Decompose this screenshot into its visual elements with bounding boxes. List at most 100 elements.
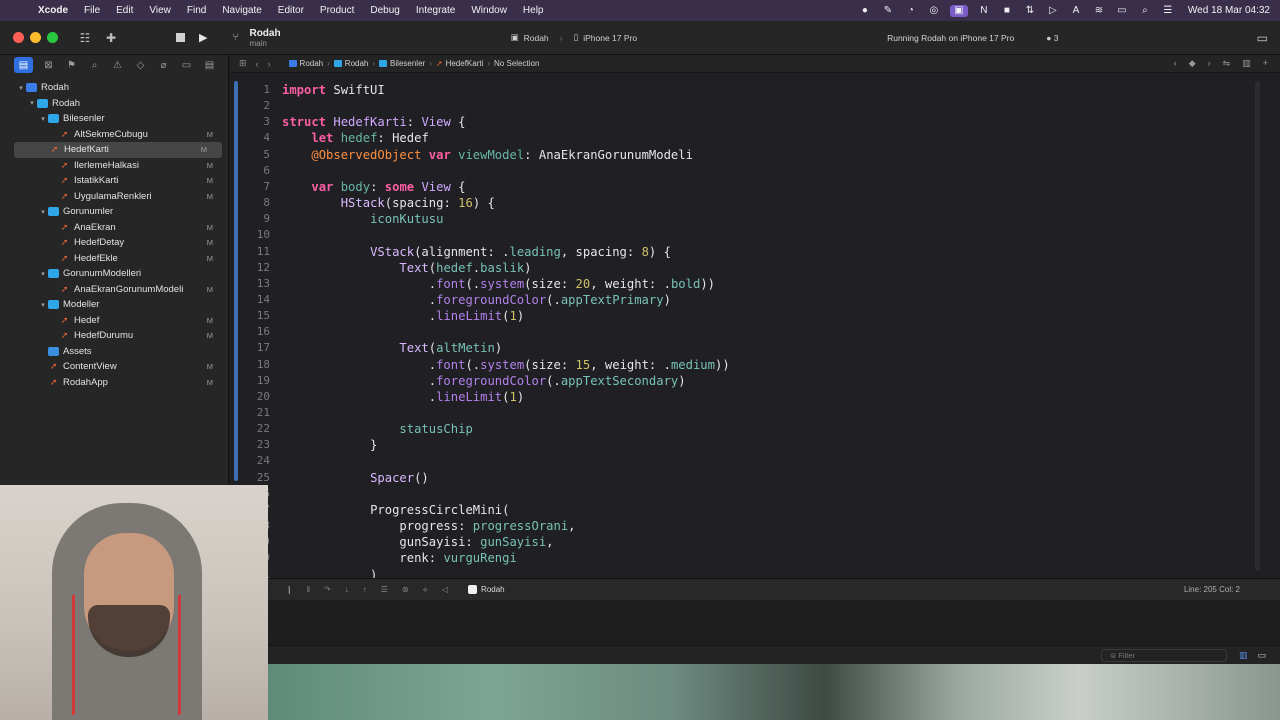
file-tree-item[interactable]: ➚ RodahApp M xyxy=(0,375,228,391)
zoom-window-button[interactable] xyxy=(47,32,58,43)
editor-minimap[interactable] xyxy=(1255,81,1260,571)
breadcrumb-file[interactable]: ➚ HedefKarti xyxy=(436,59,484,68)
disclosure-chevron-icon[interactable]: ▾ xyxy=(16,84,26,92)
tab-reports-icon[interactable]: ▤ xyxy=(198,57,221,73)
environment-icon[interactable]: ⟡ xyxy=(423,585,428,595)
menu-window[interactable]: Window xyxy=(463,5,515,16)
pause-icon[interactable]: ‖ xyxy=(307,585,310,595)
search-icon[interactable]: ⌕ xyxy=(1138,5,1152,17)
next-issue-icon[interactable]: › xyxy=(1208,58,1211,69)
file-tree-item[interactable]: ➚ AnaEkranGorunumModeli M xyxy=(0,282,228,298)
console-view-icon[interactable]: ▭ xyxy=(1257,650,1266,661)
disclosure-chevron-icon[interactable]: ▾ xyxy=(38,301,48,309)
gauge-icon[interactable]: ◔ xyxy=(904,5,918,17)
input-source-icon[interactable]: A xyxy=(1069,5,1083,17)
tab-tests-icon[interactable]: ◇ xyxy=(129,57,152,73)
back-icon[interactable]: ‹ xyxy=(256,59,259,69)
breakpoints-toggle-icon[interactable]: ❙ xyxy=(286,585,293,595)
inspector-toggle-icon[interactable]: ▭ xyxy=(1257,31,1280,45)
step-into-icon[interactable]: ↓ xyxy=(345,585,349,595)
file-tree-item[interactable]: ▾ Bilesenler xyxy=(0,111,228,127)
stop-button[interactable] xyxy=(176,33,185,42)
file-tree-item[interactable]: ➚ Hedef M xyxy=(0,313,228,329)
breadcrumb-group[interactable]: Bilesenler xyxy=(379,59,425,68)
tab-issues-icon[interactable]: ⚠ xyxy=(106,57,129,73)
project-info[interactable]: ⑂ Rodah main xyxy=(229,28,280,48)
menu-help[interactable]: Help xyxy=(515,5,552,16)
file-tree-item[interactable]: ➚ HedefDetay M xyxy=(0,235,228,251)
menu-product[interactable]: Product xyxy=(312,5,362,16)
disclosure-chevron-icon[interactable]: ▾ xyxy=(27,99,37,107)
file-tree-item[interactable]: ➚ IstatikKarti M xyxy=(0,173,228,189)
network-icon[interactable]: ⇅ xyxy=(1023,5,1037,17)
filter-input[interactable]: ⊜ Filter xyxy=(1100,648,1227,662)
process-selector[interactable]: Rodah xyxy=(468,585,505,594)
file-tree-item[interactable]: ➚ HedefKarti M xyxy=(14,142,222,158)
menu-app[interactable]: Xcode xyxy=(30,5,76,16)
tab-source-control-icon[interactable]: ⊠ xyxy=(37,57,60,73)
screen-record-icon[interactable]: ▣ xyxy=(949,4,968,17)
refresh-icon[interactable]: ⇋ xyxy=(1223,58,1231,69)
menu-file[interactable]: File xyxy=(76,5,108,16)
menu-view[interactable]: View xyxy=(141,5,179,16)
step-out-icon[interactable]: ↑ xyxy=(363,585,367,595)
file-tree-item[interactable]: ➚ ContentView M xyxy=(0,359,228,375)
file-tree-item[interactable]: ▾ Rodah xyxy=(0,80,228,96)
disclosure-chevron-icon[interactable]: ▾ xyxy=(38,270,48,278)
disclosure-chevron-icon[interactable]: ▾ xyxy=(38,115,48,123)
battery-icon[interactable]: ▭ xyxy=(1115,5,1129,17)
related-items-icon[interactable]: ⊞ xyxy=(239,58,247,69)
run-button[interactable]: ▶ xyxy=(199,31,207,44)
file-tree-item[interactable]: ▾ Rodah xyxy=(0,96,228,112)
split-editor-icon[interactable]: ▥ xyxy=(1242,58,1251,69)
sidebar-toggle-icon[interactable]: ☷ xyxy=(72,31,98,45)
file-tree-item[interactable]: ➚ UygulamaRenkleri M xyxy=(0,189,228,205)
tab-project-navigator-icon[interactable]: ▤ xyxy=(14,57,33,73)
simulate-location-icon[interactable]: ◁ xyxy=(442,585,448,595)
tab-bookmarks-icon[interactable]: ⚑ xyxy=(60,57,83,73)
tab-breakpoints-icon[interactable]: ▭ xyxy=(175,57,198,73)
menu-integrate[interactable]: Integrate xyxy=(408,5,463,16)
camera-icon[interactable]: ■ xyxy=(1000,5,1014,17)
view-hierarchy-icon[interactable]: ☰ xyxy=(381,585,388,595)
issue-indicator-icon[interactable]: ◆ xyxy=(1189,58,1196,69)
previous-issue-icon[interactable]: ‹ xyxy=(1174,58,1177,69)
add-icon[interactable]: ✚ xyxy=(98,31,124,45)
record-icon[interactable]: ● xyxy=(858,5,872,17)
minimize-window-button[interactable] xyxy=(30,32,41,43)
file-tree-item[interactable]: ▾ Gorunumler xyxy=(0,204,228,220)
file-tree-item[interactable]: Assets xyxy=(0,344,228,360)
n-app-icon[interactable]: N xyxy=(977,5,991,17)
forward-icon[interactable]: › xyxy=(268,59,271,69)
file-tree-item[interactable]: ➚ IlerlemeHalkasi M xyxy=(0,158,228,174)
control-center-icon[interactable]: ☰ xyxy=(1161,5,1175,17)
menu-find[interactable]: Find xyxy=(179,5,214,16)
close-window-button[interactable] xyxy=(13,32,24,43)
breadcrumb-project[interactable]: Rodah xyxy=(288,59,323,68)
issue-count[interactable]: ● 3 xyxy=(1046,33,1058,43)
breadcrumb-symbol[interactable]: No Selection xyxy=(494,59,539,68)
tab-find-icon[interactable]: ⌕ xyxy=(83,57,106,73)
file-tree-item[interactable]: ▾ Modeller xyxy=(0,297,228,313)
pen-icon[interactable]: ✎ xyxy=(881,5,895,17)
menu-navigate[interactable]: Navigate xyxy=(214,5,269,16)
menu-edit[interactable]: Edit xyxy=(108,5,141,16)
file-tree-item[interactable]: ➚ AltSekmeCubugu M xyxy=(0,127,228,143)
menu-clock[interactable]: Wed 18 Mar 04:32 xyxy=(1188,5,1270,16)
source-editor[interactable]: 1 import SwiftUI 2 3 struct HedefKarti: View… xyxy=(230,73,1280,578)
memory-graph-icon[interactable]: ⊛ xyxy=(402,585,409,595)
wifi-icon[interactable]: ≋ xyxy=(1092,5,1106,17)
menu-editor[interactable]: Editor xyxy=(270,5,312,16)
file-tree-item[interactable]: ➚ HedefDurumu M xyxy=(0,328,228,344)
variables-view-icon[interactable]: ▥ xyxy=(1239,650,1248,661)
tab-debug-icon[interactable]: ⌀ xyxy=(152,57,175,73)
add-editor-icon[interactable]: + xyxy=(1263,58,1268,69)
disclosure-chevron-icon[interactable]: ▾ xyxy=(38,208,48,216)
file-tree-item[interactable]: ➚ HedefEkle M xyxy=(0,251,228,267)
play-icon[interactable]: ▷ xyxy=(1046,5,1060,17)
scheme-selector[interactable]: ▣ Rodah › ▯ iPhone 17 Pro xyxy=(511,32,638,43)
step-over-icon[interactable]: ↷ xyxy=(324,585,331,595)
breadcrumb-folder[interactable]: Rodah xyxy=(333,59,368,68)
menu-debug[interactable]: Debug xyxy=(362,5,407,16)
file-tree-item[interactable]: ▾ GorunumModelleri xyxy=(0,266,228,282)
